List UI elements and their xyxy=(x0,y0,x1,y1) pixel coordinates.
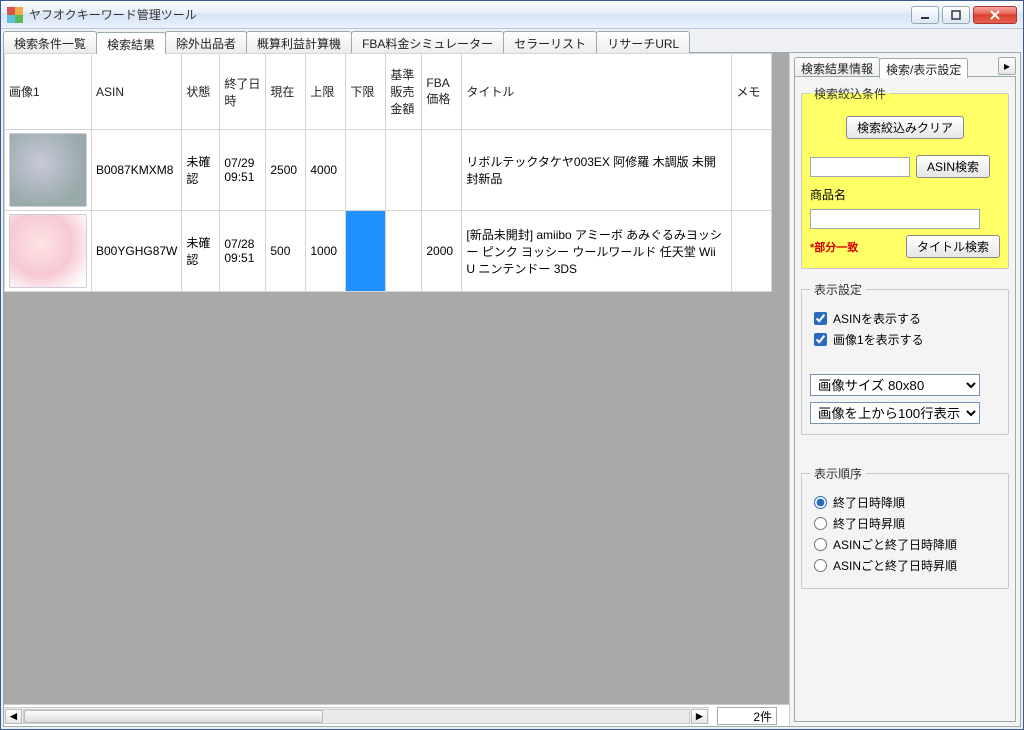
cell-now[interactable]: 2500 xyxy=(266,130,306,211)
column-header[interactable]: 上限 xyxy=(306,54,346,130)
close-button[interactable] xyxy=(973,6,1017,24)
partial-match-label: *部分一致 xyxy=(810,239,858,255)
order-radio-3[interactable] xyxy=(814,559,827,572)
show-asin-checkbox[interactable] xyxy=(814,312,827,325)
order-legend: 表示順序 xyxy=(810,465,866,482)
results-grid[interactable]: 画像1ASIN状態終了日時現在上限下限基準販売金額FBA価格タイトルメモB008… xyxy=(4,53,772,292)
order-label-2[interactable]: ASINごと終了日時降順 xyxy=(833,536,957,553)
main-tab-2[interactable]: 除外出品者 xyxy=(165,31,247,53)
column-header[interactable]: 終了日時 xyxy=(220,54,266,130)
row-count: 2件 xyxy=(717,707,777,725)
order-label-0[interactable]: 終了日時降順 xyxy=(833,494,905,511)
minimize-button[interactable] xyxy=(911,6,939,24)
title-search-button[interactable]: タイトル検索 xyxy=(906,235,1000,258)
clear-filter-button[interactable]: 検索絞込みクリア xyxy=(846,116,964,139)
order-fieldset: 表示順序 終了日時降順終了日時昇順 ASINごと終了日時降順 ASINごと終了日時昇… xyxy=(801,465,1009,589)
main-tab-4[interactable]: FBA料金シミュレーター xyxy=(351,31,504,53)
show-image-label[interactable]: 画像1を表示する xyxy=(833,331,924,348)
main-tab-0[interactable]: 検索条件一覧 xyxy=(3,31,97,53)
asin-input[interactable] xyxy=(810,157,910,177)
app-window: ヤフオクキーワード管理ツール 検索条件一覧検索結果除外出品者概算利益計算機FBA… xyxy=(0,0,1024,730)
cell-asin[interactable]: B00YGHG87W xyxy=(92,211,182,292)
main-tab-1[interactable]: 検索結果 xyxy=(96,32,166,54)
cell-status[interactable]: 未確認 xyxy=(182,211,220,292)
row-count-select[interactable]: 画像を上から100行表示する xyxy=(810,402,980,424)
display-legend: 表示設定 xyxy=(810,281,866,298)
display-fieldset: 表示設定 ASINを表示する 画像1を表示する 画像サイズ 80x80 画像を上… xyxy=(801,281,1009,435)
cell-image[interactable] xyxy=(5,211,92,292)
column-header[interactable]: 基準販売金額 xyxy=(386,54,422,130)
column-header[interactable]: 画像1 xyxy=(5,54,92,130)
table-row[interactable]: B00YGHG87W未確認07/28 09:515001000 2000[新品未開… xyxy=(5,211,772,292)
scroll-right-button[interactable]: ► xyxy=(691,709,708,724)
window-title: ヤフオクキーワード管理ツール xyxy=(29,6,911,23)
cell-memo[interactable] xyxy=(732,130,772,211)
cell-fba[interactable]: 2000 xyxy=(422,211,462,292)
side-tab-0[interactable]: 検索結果情報 xyxy=(794,57,880,77)
cell-upper[interactable]: 1000 xyxy=(306,211,346,292)
cell-end[interactable]: 07/28 09:51 xyxy=(220,211,266,292)
column-header[interactable]: 状態 xyxy=(182,54,220,130)
column-header[interactable]: FBA価格 xyxy=(422,54,462,130)
cell-asin[interactable]: B0087KMXM8 xyxy=(92,130,182,211)
cell-base[interactable] xyxy=(386,130,422,211)
side-tab-1[interactable]: 検索/表示設定 xyxy=(879,58,968,78)
maximize-button[interactable] xyxy=(942,6,970,24)
main-tab-5[interactable]: セラーリスト xyxy=(503,31,597,53)
order-radio-0[interactable] xyxy=(814,496,827,509)
cell-fba[interactable] xyxy=(422,130,462,211)
name-input[interactable] xyxy=(810,209,980,229)
side-tabstrip: 検索結果情報検索/表示設定 xyxy=(794,57,996,77)
cell-base[interactable] xyxy=(386,211,422,292)
column-header[interactable]: タイトル xyxy=(462,54,732,130)
horizontal-scrollbar[interactable]: ◄ ► xyxy=(4,707,709,724)
scroll-left-button[interactable]: ◄ xyxy=(5,709,22,724)
cell-now[interactable]: 500 xyxy=(266,211,306,292)
filter-fieldset: 検索絞込条件 検索絞込みクリア ASIN検索 商品名 *部分一致 タイトル検索 xyxy=(801,85,1009,269)
cell-title[interactable]: [新品未開封] amiibo アミーボ あみぐるみヨッシー ピンク ヨッシー ウ… xyxy=(462,211,732,292)
order-radio-1[interactable] xyxy=(814,517,827,530)
column-header[interactable]: メモ xyxy=(732,54,772,130)
cell-memo[interactable] xyxy=(732,211,772,292)
cell-status[interactable]: 未確認 xyxy=(182,130,220,211)
tabs-overflow-button[interactable]: ▸ xyxy=(998,57,1016,75)
order-radio-2[interactable] xyxy=(814,538,827,551)
column-header[interactable]: 下限 xyxy=(346,54,386,130)
cell-end[interactable]: 07/29 09:51 xyxy=(220,130,266,211)
column-header[interactable]: ASIN xyxy=(92,54,182,130)
show-asin-label[interactable]: ASINを表示する xyxy=(833,310,921,327)
thumbnail xyxy=(9,214,87,288)
titlebar: ヤフオクキーワード管理ツール xyxy=(1,1,1023,29)
cell-lower[interactable] xyxy=(346,211,386,292)
table-row[interactable]: B0087KMXM8未確認07/29 09:5125004000 リボルテックタケ… xyxy=(5,130,772,211)
cell-upper[interactable]: 4000 xyxy=(306,130,346,211)
column-header[interactable]: 現在 xyxy=(266,54,306,130)
main-tab-3[interactable]: 概算利益計算機 xyxy=(246,31,352,53)
order-label-1[interactable]: 終了日時昇順 xyxy=(833,515,905,532)
order-label-3[interactable]: ASINごと終了日時昇順 xyxy=(833,557,957,574)
main-tabstrip: 検索条件一覧検索結果除外出品者概算利益計算機FBA料金シミュレーターセラーリスト… xyxy=(3,31,1021,53)
name-label: 商品名 xyxy=(810,186,846,203)
main-tab-6[interactable]: リサーチURL xyxy=(596,31,690,53)
cell-image[interactable] xyxy=(5,130,92,211)
cell-lower[interactable] xyxy=(346,130,386,211)
asin-search-button[interactable]: ASIN検索 xyxy=(916,155,990,178)
thumbnail xyxy=(9,133,87,207)
cell-title[interactable]: リボルテックタケヤ003EX 阿修羅 木調版 未開封新品 xyxy=(462,130,732,211)
image-size-select[interactable]: 画像サイズ 80x80 xyxy=(810,374,980,396)
app-icon xyxy=(7,7,23,23)
filter-legend: 検索絞込条件 xyxy=(810,85,890,102)
show-image-checkbox[interactable] xyxy=(814,333,827,346)
